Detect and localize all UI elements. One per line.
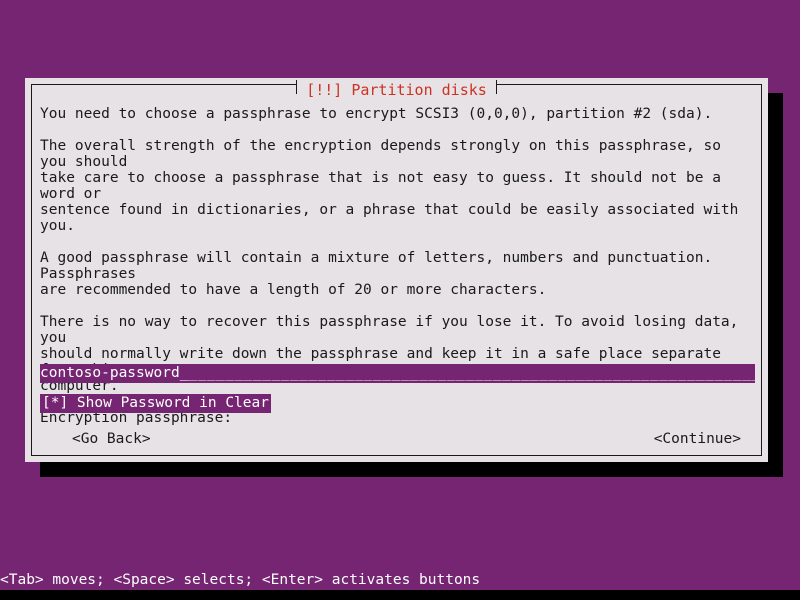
installer-screen: [!!] Partition disks You need to choose …: [0, 0, 800, 600]
continue-button[interactable]: <Continue>: [654, 430, 741, 449]
encryption-passphrase-input[interactable]: contoso-password ________________________…: [40, 364, 755, 383]
status-bar-hints: <Tab> moves; <Space> selects; <Enter> ac…: [0, 572, 481, 588]
go-back-button[interactable]: <Go Back>: [72, 430, 151, 449]
dialog-button-row: <Go Back> <Continue>: [40, 430, 755, 449]
passphrase-input-value: contoso-password: [40, 365, 180, 381]
dialog-body: You need to choose a passphrase to encry…: [40, 106, 755, 452]
show-password-in-clear-checkbox[interactable]: [*] Show Password in Clear: [40, 394, 271, 413]
strength-paragraph: The overall strength of the encryption d…: [40, 138, 739, 234]
passphrase-field-filler: ________________________________________…: [188, 365, 755, 381]
intro-paragraph: You need to choose a passphrase to encry…: [40, 106, 713, 122]
bottom-black-strip: [0, 590, 800, 600]
partition-disks-dialog: [!!] Partition disks You need to choose …: [25, 78, 768, 462]
good-passphrase-paragraph: A good passphrase will contain a mixture…: [40, 250, 713, 298]
status-bar: <Tab> moves; <Space> selects; <Enter> ac…: [0, 570, 800, 590]
